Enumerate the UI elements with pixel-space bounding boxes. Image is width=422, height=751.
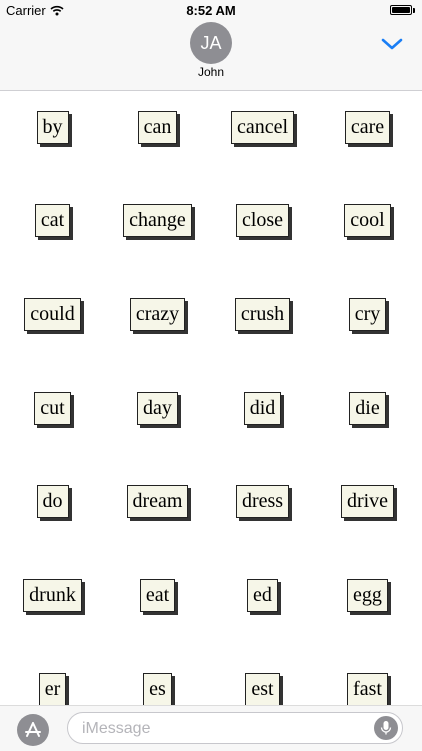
word-sticker[interactable]: cool (344, 204, 391, 237)
sticker-cell: by (0, 111, 105, 144)
word-sticker[interactable]: did (243, 392, 282, 425)
sticker-cell: ed (210, 579, 315, 612)
word-sticker[interactable]: do (36, 485, 69, 518)
sticker-cell: cool (315, 204, 420, 237)
sticker-cell: crush (210, 298, 315, 331)
word-sticker[interactable]: drive (340, 485, 395, 518)
sticker-cell: can (105, 111, 210, 144)
sticker-cell: eat (105, 579, 210, 612)
avatar-initials: JA (200, 32, 222, 53)
word-sticker[interactable]: drunk (23, 579, 82, 612)
sticker-cell: cancel (210, 111, 315, 144)
contact-name[interactable]: John (0, 65, 422, 79)
status-time: 8:52 AM (186, 3, 236, 18)
word-sticker[interactable]: can (137, 111, 178, 144)
sticker-cell: drunk (0, 579, 105, 612)
sticker-cell: change (105, 204, 210, 237)
word-sticker[interactable]: could (24, 298, 81, 331)
sticker-cell: es (105, 673, 210, 705)
word-sticker[interactable]: by (36, 111, 69, 144)
word-sticker[interactable]: crush (234, 298, 291, 331)
word-sticker[interactable]: cancel (230, 111, 295, 144)
word-sticker[interactable]: fast (347, 673, 388, 705)
app-store-icon (25, 722, 41, 737)
sticker-cell: dress (210, 485, 315, 518)
word-sticker[interactable]: cry (348, 298, 387, 331)
sticker-cell: could (0, 298, 105, 331)
sticker-cell: fast (315, 673, 420, 705)
word-sticker[interactable]: crazy (129, 298, 186, 331)
sticker-cell: day (105, 392, 210, 425)
battery-icon (390, 5, 415, 15)
word-sticker[interactable]: change (123, 204, 192, 237)
sticker-cell: er (0, 673, 105, 705)
word-sticker[interactable]: die (349, 392, 386, 425)
word-sticker[interactable]: dress (235, 485, 290, 518)
word-sticker[interactable]: egg (347, 579, 388, 612)
sticker-cell: cry (315, 298, 420, 331)
word-sticker[interactable]: cat (34, 204, 71, 237)
word-sticker[interactable]: eat (139, 579, 176, 612)
sticker-cell: care (315, 111, 420, 144)
sticker-cell: dream (105, 485, 210, 518)
word-sticker[interactable]: day (137, 392, 178, 425)
word-sticker[interactable]: care (344, 111, 391, 144)
sticker-cell: close (210, 204, 315, 237)
message-field[interactable] (67, 712, 403, 744)
sticker-cell: die (315, 392, 420, 425)
collapse-button[interactable] (380, 34, 404, 54)
sticker-cell: do (0, 485, 105, 518)
sticker-grid: by can cancel care cat change close cool could cr… (0, 91, 422, 705)
sticker-cell: crazy (105, 298, 210, 331)
microphone-button[interactable] (374, 716, 398, 740)
sticker-cell: drive (315, 485, 420, 518)
sticker-cell: cut (0, 392, 105, 425)
message-input[interactable] (80, 717, 374, 741)
word-sticker[interactable]: er (38, 673, 67, 705)
word-sticker[interactable]: cut (34, 392, 71, 425)
word-sticker[interactable]: ed (247, 579, 278, 612)
sticker-cell: cat (0, 204, 105, 237)
status-bar: Carrier 8:52 AM (0, 0, 422, 20)
sticker-cell: egg (315, 579, 420, 612)
word-sticker[interactable]: est (245, 673, 280, 705)
word-sticker[interactable]: dream (126, 485, 189, 518)
contact-avatar[interactable]: JA (190, 22, 232, 64)
word-sticker[interactable]: close (235, 204, 290, 237)
chevron-down-icon (381, 38, 403, 50)
message-input-bar (0, 705, 422, 751)
app-store-button[interactable] (17, 714, 49, 746)
microphone-icon (380, 721, 392, 735)
sticker-cell: est (210, 673, 315, 705)
word-sticker[interactable]: es (143, 673, 172, 705)
sticker-cell: did (210, 392, 315, 425)
